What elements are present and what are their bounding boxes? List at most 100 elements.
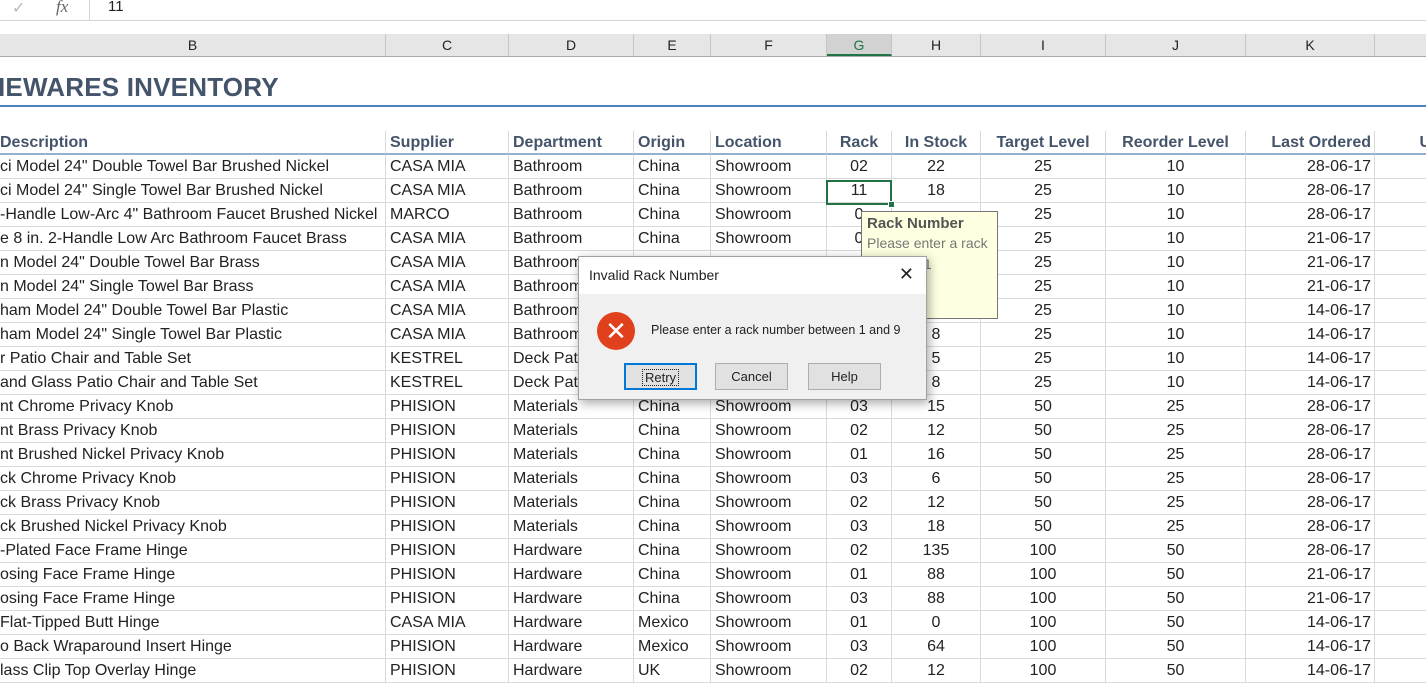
- cell-supplier[interactable]: PHISION: [386, 419, 509, 442]
- cell-supplier[interactable]: CASA MIA: [386, 227, 509, 250]
- cell-last-ordered[interactable]: 28-06-17: [1246, 491, 1375, 514]
- cancel-button[interactable]: Cancel: [715, 363, 788, 390]
- cell-supplier[interactable]: PHISION: [386, 587, 509, 610]
- cell-reorder-level[interactable]: 10: [1106, 203, 1246, 226]
- cell-description[interactable]: ci Model 24" Single Towel Bar Brushed Ni…: [0, 179, 386, 202]
- cell-extra[interactable]: [1375, 299, 1426, 322]
- dialog-titlebar[interactable]: Invalid Rack Number ✕: [579, 257, 926, 294]
- cell-origin[interactable]: China: [634, 179, 711, 202]
- cell-reorder-level[interactable]: 10: [1106, 347, 1246, 370]
- column-header-b[interactable]: B: [0, 34, 386, 56]
- cell-in-stock[interactable]: 12: [892, 419, 981, 442]
- cell-last-ordered[interactable]: 28-06-17: [1246, 467, 1375, 490]
- cell-department[interactable]: Materials: [509, 515, 634, 538]
- cell-location[interactable]: Showroom: [711, 635, 827, 658]
- cell-department[interactable]: Materials: [509, 443, 634, 466]
- header-origin[interactable]: Origin: [634, 131, 711, 154]
- cell-supplier[interactable]: PHISION: [386, 443, 509, 466]
- help-button[interactable]: Help: [808, 363, 881, 390]
- check-icon[interactable]: ✓: [12, 0, 25, 18]
- cell-origin[interactable]: Mexico: [634, 611, 711, 634]
- cell-origin[interactable]: Mexico: [634, 635, 711, 658]
- cell-reorder-level[interactable]: 10: [1106, 299, 1246, 322]
- cell-rack[interactable]: 01: [827, 563, 892, 586]
- column-header-d[interactable]: D: [509, 34, 634, 56]
- cell-in-stock[interactable]: 88: [892, 563, 981, 586]
- cell-supplier[interactable]: PHISION: [386, 491, 509, 514]
- cell-last-ordered[interactable]: 14-06-17: [1246, 323, 1375, 346]
- cell-extra[interactable]: [1375, 659, 1426, 682]
- cell-target-level[interactable]: 100: [981, 611, 1106, 634]
- cell-description[interactable]: ci Model 24" Double Towel Bar Brushed Ni…: [0, 155, 386, 178]
- cell-description[interactable]: ham Model 24" Single Towel Bar Plastic: [0, 323, 386, 346]
- cell-rack[interactable]: 01: [827, 611, 892, 634]
- cell-department[interactable]: Bathroom: [509, 155, 634, 178]
- cell-in-stock[interactable]: 88: [892, 587, 981, 610]
- cell-reorder-level[interactable]: 10: [1106, 323, 1246, 346]
- cell-department[interactable]: Hardware: [509, 563, 634, 586]
- cell-location[interactable]: Showroom: [711, 179, 827, 202]
- cell-description[interactable]: nt Chrome Privacy Knob: [0, 395, 386, 418]
- cell-rack[interactable]: 02: [827, 155, 892, 178]
- column-header-e[interactable]: E: [634, 34, 711, 56]
- cell-reorder-level[interactable]: 10: [1106, 155, 1246, 178]
- cell-supplier[interactable]: PHISION: [386, 467, 509, 490]
- cell-department[interactable]: Hardware: [509, 611, 634, 634]
- cell-reorder-level[interactable]: 25: [1106, 491, 1246, 514]
- cell-rack[interactable]: 03: [827, 587, 892, 610]
- header-rack[interactable]: Rack: [827, 131, 892, 154]
- cell-rack[interactable]: 03: [827, 515, 892, 538]
- cell-rack[interactable]: 02: [827, 419, 892, 442]
- cell-last-ordered[interactable]: 21-06-17: [1246, 275, 1375, 298]
- cell-rack[interactable]: 03: [827, 467, 892, 490]
- cell-description[interactable]: ck Brass Privacy Knob: [0, 491, 386, 514]
- cell-description[interactable]: ck Brushed Nickel Privacy Knob: [0, 515, 386, 538]
- cell-target-level[interactable]: 50: [981, 515, 1106, 538]
- cell-description[interactable]: n Model 24" Single Towel Bar Brass: [0, 275, 386, 298]
- cell-reorder-level[interactable]: 10: [1106, 371, 1246, 394]
- cell-target-level[interactable]: 50: [981, 395, 1106, 418]
- cell-description[interactable]: e 8 in. 2-Handle Low Arc Bathroom Faucet…: [0, 227, 386, 250]
- cell-last-ordered[interactable]: 14-06-17: [1246, 371, 1375, 394]
- cell-reorder-level[interactable]: 25: [1106, 515, 1246, 538]
- cell-description[interactable]: osing Face Frame Hinge: [0, 563, 386, 586]
- cell-supplier[interactable]: PHISION: [386, 515, 509, 538]
- header-department[interactable]: Department: [509, 131, 634, 154]
- cell-description[interactable]: -Handle Low-Arc 4" Bathroom Faucet Brush…: [0, 203, 386, 226]
- cell-location[interactable]: Showroom: [711, 563, 827, 586]
- cell-supplier[interactable]: KESTREL: [386, 371, 509, 394]
- cell-rack[interactable]: 02: [827, 539, 892, 562]
- cell-in-stock[interactable]: 12: [892, 491, 981, 514]
- cell-department[interactable]: Hardware: [509, 659, 634, 682]
- cell-location[interactable]: Showroom: [711, 659, 827, 682]
- cell-target-level[interactable]: 100: [981, 563, 1106, 586]
- fill-handle[interactable]: [888, 201, 895, 208]
- cell-origin[interactable]: China: [634, 443, 711, 466]
- cell-location[interactable]: Showroom: [711, 467, 827, 490]
- fx-icon[interactable]: fx: [56, 0, 68, 17]
- cell-target-level[interactable]: 25: [981, 371, 1106, 394]
- cell-origin[interactable]: China: [634, 155, 711, 178]
- cell-rack[interactable]: 01: [827, 443, 892, 466]
- cell-extra[interactable]: [1375, 539, 1426, 562]
- cell-reorder-level[interactable]: 10: [1106, 179, 1246, 202]
- cell-reorder-level[interactable]: 50: [1106, 539, 1246, 562]
- cell-last-ordered[interactable]: 14-06-17: [1246, 659, 1375, 682]
- cell-location[interactable]: Showroom: [711, 491, 827, 514]
- cell-target-level[interactable]: 50: [981, 467, 1106, 490]
- cell-last-ordered[interactable]: 28-06-17: [1246, 395, 1375, 418]
- cell-origin[interactable]: China: [634, 491, 711, 514]
- cell-reorder-level[interactable]: 10: [1106, 251, 1246, 274]
- cell-target-level[interactable]: 25: [981, 275, 1106, 298]
- cell-last-ordered[interactable]: 21-06-17: [1246, 251, 1375, 274]
- cell-origin[interactable]: China: [634, 203, 711, 226]
- cell-supplier[interactable]: CASA MIA: [386, 611, 509, 634]
- cell-target-level[interactable]: 100: [981, 635, 1106, 658]
- cell-target-level[interactable]: 25: [981, 179, 1106, 202]
- cell-department[interactable]: Hardware: [509, 635, 634, 658]
- cell-department[interactable]: Bathroom: [509, 227, 634, 250]
- cell-description[interactable]: ham Model 24" Double Towel Bar Plastic: [0, 299, 386, 322]
- cell-extra[interactable]: [1375, 203, 1426, 226]
- cell-description[interactable]: and Glass Patio Chair and Table Set: [0, 371, 386, 394]
- cell-location[interactable]: Showroom: [711, 587, 827, 610]
